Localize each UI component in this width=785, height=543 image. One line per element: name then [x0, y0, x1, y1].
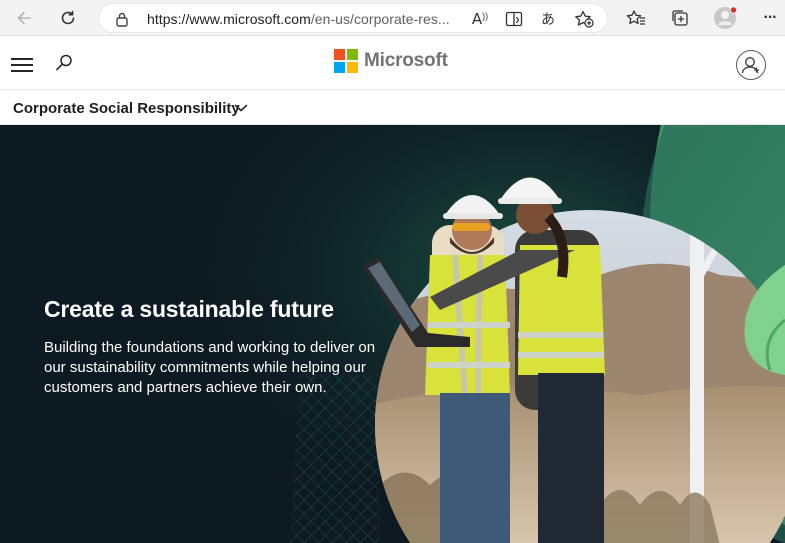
microsoft-logo-icon — [334, 49, 358, 73]
logo-square-yellow — [347, 62, 358, 73]
back-button[interactable] — [10, 4, 38, 32]
subnav-title[interactable]: Corporate Social Responsibility — [13, 100, 240, 117]
hero-description: Building the foundations and working to … — [44, 339, 376, 396]
read-aloud-icon[interactable]: A)) — [469, 9, 491, 29]
search-button[interactable] — [54, 53, 74, 73]
csr-subnav: Corporate Social Responsibility — [0, 91, 785, 125]
logo-square-green — [347, 49, 358, 60]
profile-icon[interactable] — [712, 5, 738, 31]
address-bar[interactable]: https://www.microsoft.com/en-us/corporat… — [98, 3, 608, 33]
url-host: https://www.microsoft.com — [147, 11, 311, 27]
account-icon — [741, 56, 759, 73]
site-header: Microsoft — [0, 37, 785, 90]
translate-icon[interactable]: あ — [537, 9, 559, 29]
logo-square-blue — [334, 62, 345, 73]
hero-banner: Create a sustainable future Building the… — [0, 125, 785, 543]
browser-toolbar: https://www.microsoft.com/en-us/corporat… — [0, 0, 785, 36]
more-icon[interactable]: ··· — [757, 5, 783, 31]
collections-icon[interactable] — [667, 5, 693, 31]
lock-icon[interactable] — [115, 11, 129, 32]
chevron-down-icon[interactable] — [234, 103, 248, 113]
favorites-icon[interactable] — [623, 5, 649, 31]
refresh-icon — [61, 10, 75, 25]
url-text[interactable]: https://www.microsoft.com/en-us/corporat… — [147, 11, 459, 27]
hero-image — [0, 125, 785, 543]
logo-square-red — [334, 49, 345, 60]
immersive-reader-icon[interactable] — [503, 9, 525, 29]
url-path: /en-us/corporate-res... — [310, 11, 450, 27]
hamburger-icon — [11, 58, 33, 60]
add-favorite-icon[interactable] — [573, 9, 595, 29]
refresh-button[interactable] — [54, 4, 82, 32]
microsoft-logo-link[interactable]: Microsoft — [334, 49, 448, 73]
search-icon — [56, 54, 72, 71]
account-button[interactable] — [736, 50, 766, 80]
hero-title: Create a sustainable future — [44, 296, 334, 322]
brand-name: Microsoft — [364, 50, 448, 71]
menu-button[interactable] — [11, 58, 33, 72]
back-icon — [17, 11, 31, 25]
